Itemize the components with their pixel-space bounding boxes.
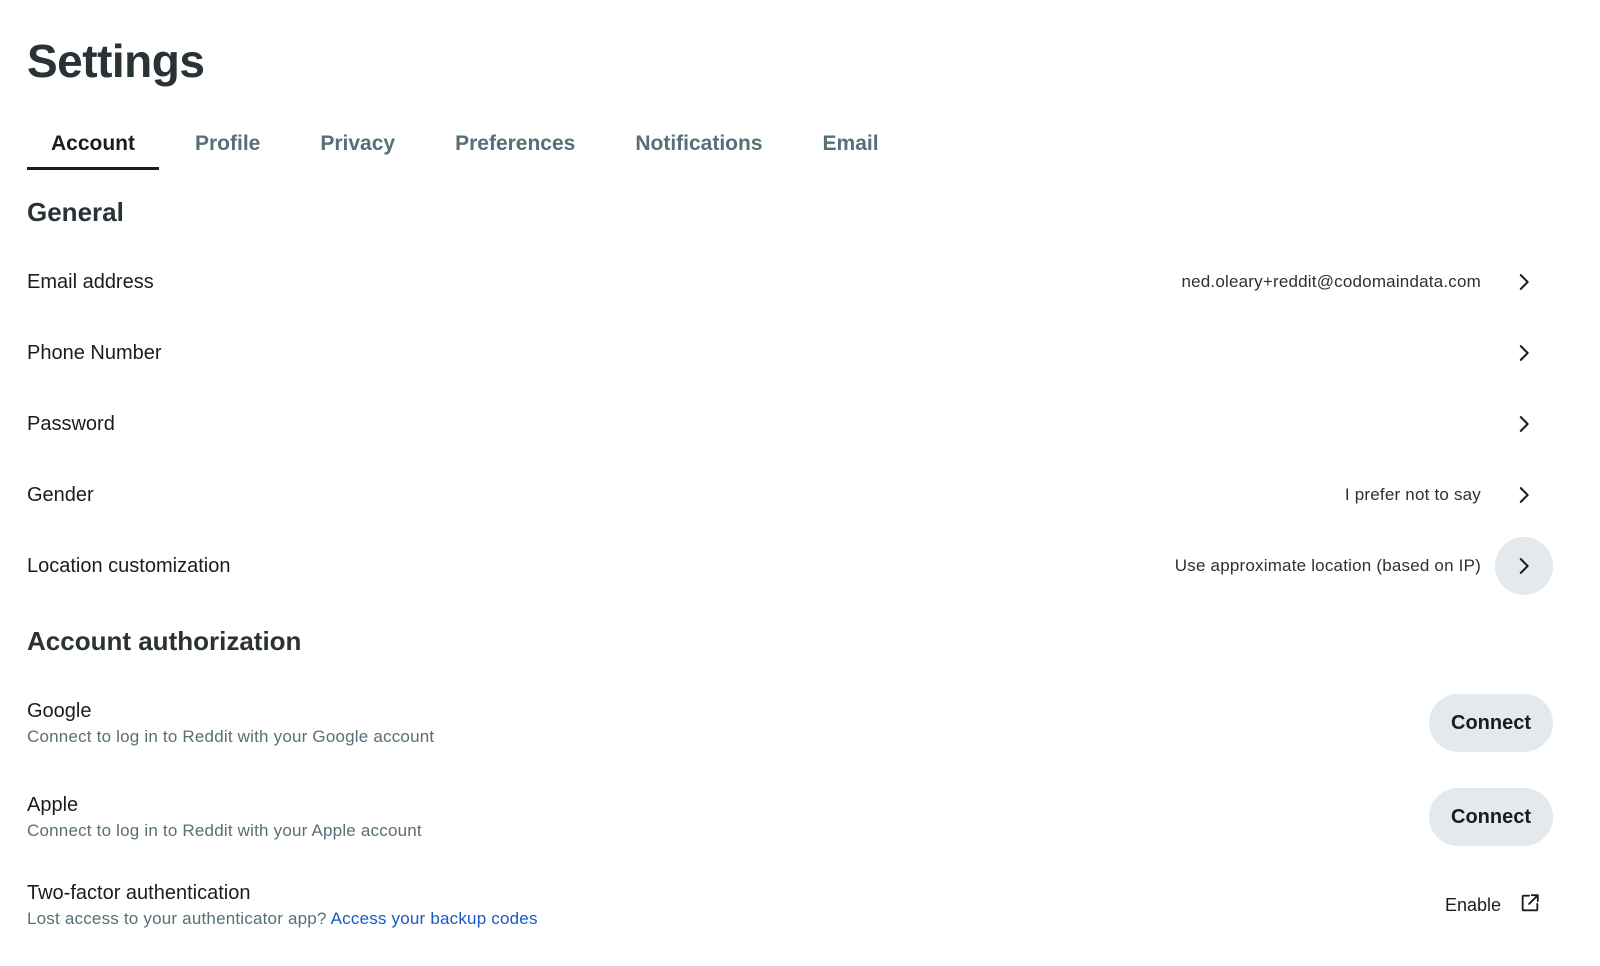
setting-label: Gender: [27, 483, 94, 506]
auth-text: Google Connect to log in to Reddit with …: [27, 700, 434, 747]
page-title: Settings: [27, 35, 205, 87]
connect-google-button[interactable]: Connect: [1429, 694, 1553, 752]
setting-row-gender[interactable]: Gender I prefer not to say: [27, 466, 1553, 524]
tab-email[interactable]: Email: [799, 118, 903, 170]
chevron-right-icon[interactable]: [1495, 395, 1553, 453]
auth-provider-description: Connect to log in to Reddit with your Ap…: [27, 820, 422, 840]
tab-privacy[interactable]: Privacy: [296, 118, 419, 170]
setting-right: Use approximate location (based on IP): [1175, 537, 1553, 595]
two-factor-description-text: Lost access to your authenticator app?: [27, 909, 327, 928]
location-value: Use approximate location (based on IP): [1174, 556, 1481, 575]
tab-label: Profile: [195, 132, 261, 155]
auth-provider-name: Apple: [27, 793, 79, 816]
chevron-right-icon[interactable]: [1495, 466, 1553, 524]
setting-label: Location customization: [27, 554, 231, 577]
two-factor-description: Lost access to your authenticator app? A…: [27, 909, 538, 929]
setting-row-password[interactable]: Password: [27, 395, 1553, 453]
setting-label: Phone Number: [27, 341, 162, 364]
external-link-icon: [1519, 892, 1541, 919]
setting-label: Email address: [27, 270, 154, 293]
auth-row-two-factor: Two-factor authentication Lost access to…: [27, 882, 1553, 929]
tab-profile[interactable]: Profile: [171, 118, 284, 170]
chevron-right-icon[interactable]: [1495, 253, 1553, 311]
two-factor-title: Two-factor authentication: [27, 882, 251, 904]
auth-row-apple: Apple Connect to log in to Reddit with y…: [27, 788, 1553, 846]
setting-row-email[interactable]: Email address ned.oleary+reddit@codomain…: [27, 253, 1553, 311]
auth-text: Two-factor authentication Lost access to…: [27, 882, 538, 929]
backup-codes-link[interactable]: Access your backup codes: [331, 909, 538, 928]
chevron-right-icon[interactable]: [1495, 537, 1553, 595]
setting-label: Password: [27, 412, 115, 435]
tab-label: Account: [51, 132, 135, 155]
enable-two-factor-button[interactable]: Enable: [1445, 892, 1553, 919]
setting-right: [1495, 395, 1553, 453]
settings-tabs: Account Profile Privacy Preferences Noti…: [27, 118, 915, 170]
tab-label: Notifications: [635, 132, 763, 155]
auth-provider-name: Google: [27, 699, 92, 722]
tab-account[interactable]: Account: [27, 118, 159, 170]
email-value: ned.oleary+reddit@codomaindata.com: [1181, 272, 1481, 291]
setting-right: ned.oleary+reddit@codomaindata.com: [1181, 253, 1553, 311]
tab-label: Email: [822, 132, 879, 155]
setting-right: [1495, 324, 1553, 382]
tab-label: Preferences: [455, 132, 576, 155]
tab-label: Privacy: [320, 132, 396, 155]
tab-notifications[interactable]: Notifications: [611, 118, 786, 170]
section-title-general: General: [27, 197, 124, 227]
auth-provider-description: Connect to log in to Reddit with your Go…: [27, 726, 435, 746]
enable-label: Enable: [1444, 895, 1501, 915]
auth-row-google: Google Connect to log in to Reddit with …: [27, 694, 1553, 752]
gender-value: I prefer not to say: [1344, 485, 1481, 504]
chevron-right-icon[interactable]: [1495, 324, 1553, 382]
auth-text: Apple Connect to log in to Reddit with y…: [27, 794, 422, 841]
setting-right: I prefer not to say: [1345, 466, 1553, 524]
setting-row-location[interactable]: Location customization Use approximate l…: [27, 537, 1553, 595]
connect-apple-button[interactable]: Connect: [1429, 788, 1553, 846]
section-title-authorization: Account authorization: [27, 626, 302, 656]
tab-preferences[interactable]: Preferences: [431, 118, 599, 170]
settings-page: Settings Account Profile Privacy Prefere…: [0, 0, 1600, 966]
setting-row-phone[interactable]: Phone Number: [27, 324, 1553, 382]
